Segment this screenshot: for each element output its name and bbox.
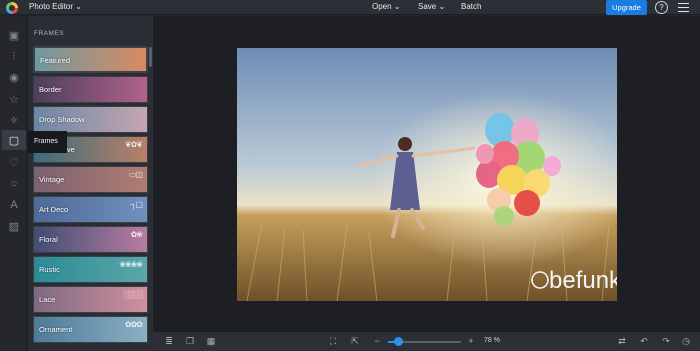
zoom-value: 78 % <box>484 337 500 344</box>
batch-menu[interactable]: Batch <box>461 1 481 13</box>
frame-category-item[interactable]: Ornament ✿✿✿ <box>33 316 148 343</box>
text-icon[interactable]: A <box>7 198 21 212</box>
compare-icon[interactable]: ⇄ <box>616 335 628 347</box>
image-icon[interactable]: ▣ <box>7 28 21 42</box>
eye-icon[interactable]: ◉ <box>7 70 21 84</box>
frame-ornament-icon: ❦✿❦ <box>124 140 143 149</box>
frame-category-label: Drop Shadow <box>39 115 85 124</box>
frame-category-label: Lace <box>39 295 56 304</box>
app-logo-icon[interactable] <box>6 2 18 14</box>
frame-category-item[interactable]: Art Deco ┐▢ <box>33 196 148 223</box>
app-title-dropdown[interactable]: Photo Editor ⌄ <box>29 1 82 13</box>
layers-icon[interactable]: ≣ <box>163 335 175 347</box>
frame-category-label: Border <box>39 85 62 94</box>
grid-icon[interactable]: ▦ <box>205 335 217 347</box>
frame-ornament-icon: ┐▢ <box>130 200 143 209</box>
expand-icon[interactable]: ⇱ <box>349 335 361 347</box>
frame-category-label: Ornament <box>39 325 73 334</box>
star-icon[interactable]: ☆ <box>7 92 21 106</box>
photo-canvas[interactable]: befunky <box>237 48 617 301</box>
zoom-out-icon[interactable]: − <box>371 335 383 347</box>
frame-ornament-icon: ▭◫ <box>128 170 143 179</box>
help-icon[interactable]: ? <box>655 1 668 14</box>
frame-category-item[interactable]: Lace ░░░░ <box>33 286 148 313</box>
frame-category-item[interactable]: Rustic ❀❀❀❀ <box>33 256 148 283</box>
texture-icon[interactable]: ▨ <box>7 219 21 233</box>
undo-icon[interactable]: ↶ <box>638 335 650 347</box>
frame-category-item[interactable]: Vintage ▭◫ <box>33 166 148 193</box>
frame-ornament-icon: ░░░░ <box>123 290 143 299</box>
photo-image: befunky <box>237 48 617 301</box>
frame-category-label: Rustic <box>39 265 60 274</box>
frame-ornament-icon: ✿✿✿ <box>124 320 143 329</box>
frames-icon[interactable]: ▢ <box>2 130 26 150</box>
frame-category-label: Floral <box>39 235 58 244</box>
panel-scrollbar[interactable] <box>149 47 152 67</box>
frame-category-item[interactable]: Drop Shadow <box>33 106 148 133</box>
zoom-in-icon[interactable]: + <box>465 335 477 347</box>
frame-category-label: Vintage <box>39 175 65 184</box>
frame-category-label: Featured <box>40 56 71 65</box>
open-menu[interactable]: Open ⌄ <box>372 1 401 13</box>
heart-icon[interactable]: ♡ <box>7 155 21 169</box>
frame-category-label: Art Deco <box>39 205 69 214</box>
frame-category-item[interactable]: Border <box>33 76 148 103</box>
duplicate-icon[interactable]: ❐ <box>184 335 196 347</box>
circle-icon[interactable]: ○ <box>7 177 21 191</box>
history-icon[interactable]: ◷ <box>680 335 692 347</box>
frame-ornament-icon: ❀❀❀❀ <box>119 260 143 269</box>
atom-icon[interactable]: ✧ <box>7 113 21 127</box>
frame-ornament-icon: ✿❀ <box>130 230 143 239</box>
top-bar: Photo Editor ⌄ Open ⌄ Save ⌄ Batch Upgra… <box>0 0 700 15</box>
upgrade-button[interactable]: Upgrade <box>606 0 647 15</box>
frame-category-item[interactable]: Featured <box>33 46 148 73</box>
befunky-watermark: befunky <box>549 267 617 294</box>
fit-screen-icon[interactable]: ⛶ <box>327 335 339 347</box>
frames-tooltip: Frames <box>28 131 67 153</box>
hamburger-menu-icon[interactable] <box>678 3 689 12</box>
save-menu[interactable]: Save ⌄ <box>418 1 445 13</box>
sliders-icon[interactable]: ⫶ <box>7 50 21 64</box>
frame-category-item[interactable]: Floral ✿❀ <box>33 226 148 253</box>
panel-heading: FRAMES <box>34 30 65 37</box>
redo-icon[interactable]: ↷ <box>660 335 672 347</box>
